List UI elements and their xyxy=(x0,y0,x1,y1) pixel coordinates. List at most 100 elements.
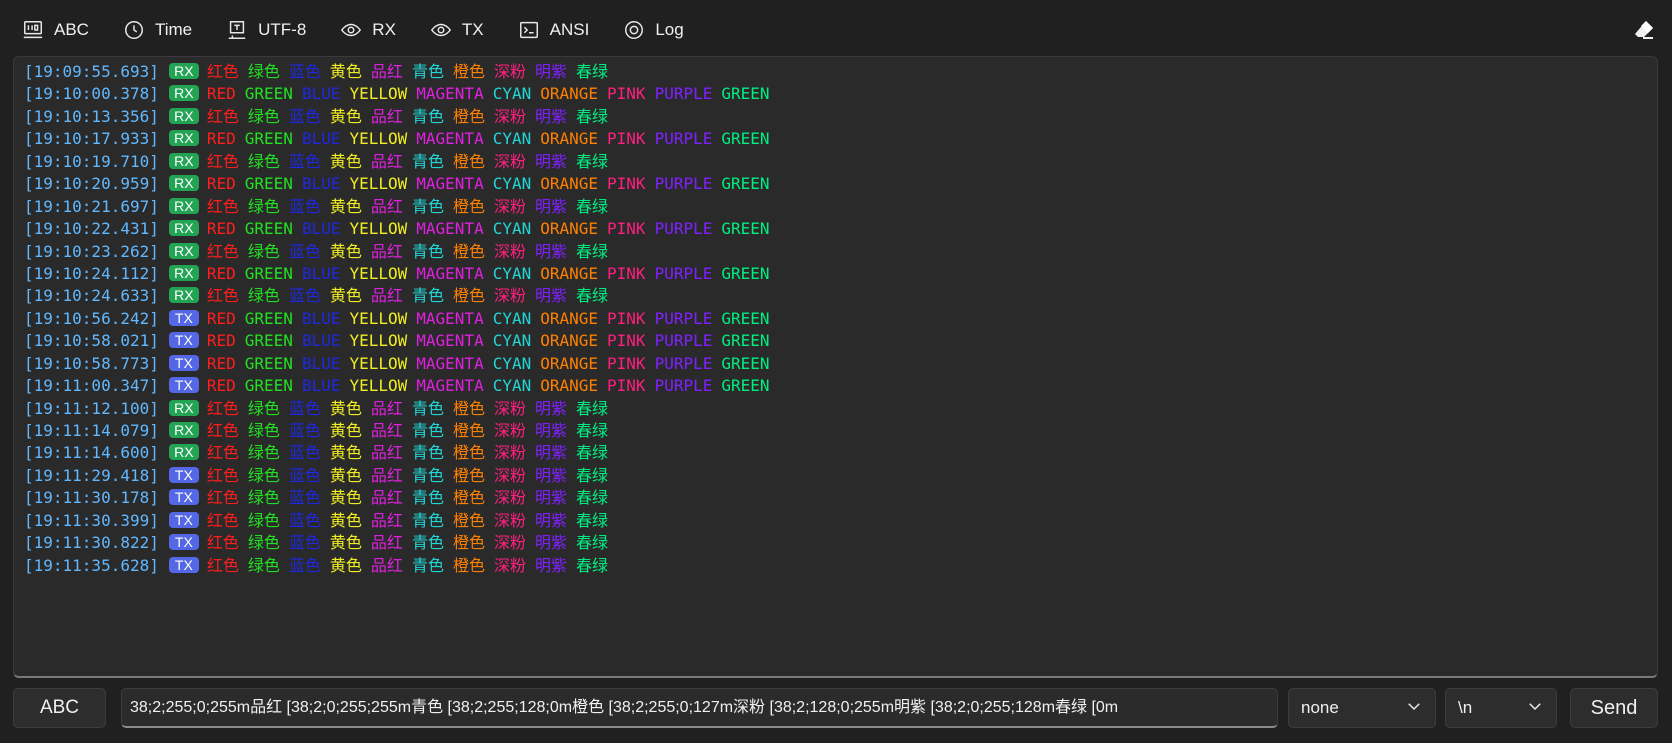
colored-text: CYAN xyxy=(492,308,532,328)
colored-text: GREEN xyxy=(721,219,770,239)
toggle-ansi-label: ANSI xyxy=(549,20,590,39)
toggle-tx[interactable]: TX xyxy=(408,10,496,50)
colored-text: 黄色 xyxy=(329,241,362,261)
colored-text: GREEN xyxy=(721,129,770,149)
colored-text: GREEN xyxy=(244,376,293,396)
colored-text: BLUE xyxy=(301,263,341,283)
colored-text: GREEN xyxy=(244,219,293,239)
colored-text: GREEN xyxy=(244,353,293,373)
colored-text: GREEN xyxy=(721,376,770,396)
colored-text: BLUE xyxy=(301,308,341,328)
line-ending-select[interactable]: \n xyxy=(1445,688,1557,728)
colored-text: PURPLE xyxy=(654,174,713,194)
colored-text: 品红 xyxy=(370,62,403,81)
toggle-rx[interactable]: RX xyxy=(318,10,408,50)
colored-text: RED xyxy=(206,331,236,351)
colored-text: 红色 xyxy=(206,241,239,261)
colored-text: GREEN xyxy=(721,331,770,351)
colored-text: MAGENTA xyxy=(416,376,484,396)
colored-text: 绿色 xyxy=(247,62,280,81)
colored-text: GREEN xyxy=(244,263,293,283)
colored-text: RED xyxy=(206,174,236,194)
colored-text: 品红 xyxy=(370,286,403,306)
colored-text: PURPLE xyxy=(654,129,713,149)
colored-text: 橙色 xyxy=(452,398,485,418)
colored-text: 青色 xyxy=(411,106,444,126)
send-input[interactable]: 38;2;255;0;255m品红 [38;2;0;255;255m青色 [38… xyxy=(121,688,1278,728)
log-line: [19:10:24.633] RX 红色 绿色 蓝色 黄色 品红 青色 橙色 深粉 明紫 春绿 xyxy=(14,285,1657,307)
colored-text: PINK xyxy=(607,263,646,283)
colored-text: BLUE xyxy=(301,84,341,104)
toggle-ansi[interactable]: ANSI xyxy=(496,10,602,50)
colored-text: RED xyxy=(206,353,236,373)
colored-text: MAGENTA xyxy=(416,308,484,328)
clock-icon xyxy=(123,19,145,41)
direction-badge: RX xyxy=(168,242,199,259)
colored-text: YELLOW xyxy=(349,353,408,373)
log-timestamp: [19:11:29.418] xyxy=(24,465,159,485)
colored-text: 深粉 xyxy=(493,62,526,81)
log-line: [19:10:13.356] RX 红色 绿色 蓝色 黄色 品红 青色 橙色 深粉 明紫 春绿 xyxy=(14,106,1657,128)
send-button[interactable]: Send xyxy=(1570,688,1658,728)
log-line: [19:11:30.822] TX 红色 绿色 蓝色 黄色 品红 青色 橙色 深粉 明紫 春绿 xyxy=(14,532,1657,554)
colored-text: 橙色 xyxy=(452,62,485,81)
toggle-abc[interactable]: ABC xyxy=(0,10,101,50)
colored-text: 青色 xyxy=(411,465,444,485)
toggle-log[interactable]: Log xyxy=(601,10,695,50)
colored-text: PINK xyxy=(607,174,646,194)
log-timestamp: [19:10:58.773] xyxy=(24,353,159,373)
log-timestamp: [19:11:30.822] xyxy=(24,533,159,553)
checksum-select[interactable]: none xyxy=(1288,688,1436,728)
colored-text: CYAN xyxy=(492,129,532,149)
eye-icon xyxy=(430,19,452,41)
colored-text: 品红 xyxy=(370,555,403,575)
colored-text: 春绿 xyxy=(576,398,609,418)
colored-text: 明紫 xyxy=(534,421,567,440)
direction-badge: TX xyxy=(168,354,199,371)
colored-text: 深粉 xyxy=(493,533,526,553)
colored-text: ORANGE xyxy=(540,353,599,373)
colored-text: 明紫 xyxy=(534,510,567,530)
input-mode-button[interactable]: ABC xyxy=(13,688,106,728)
colored-text: 蓝色 xyxy=(288,106,321,126)
colored-text: 深粉 xyxy=(493,286,526,306)
direction-badge: TX xyxy=(168,511,199,528)
direction-badge: RX xyxy=(168,107,199,124)
colored-text: BLUE xyxy=(301,331,341,351)
colored-text: 深粉 xyxy=(493,488,526,508)
colored-text: 青色 xyxy=(411,286,444,306)
direction-badge: TX xyxy=(168,309,199,326)
log-line: [19:10:58.773] TX RED GREEN BLUE YELLOW MAGENT… xyxy=(14,353,1657,375)
direction-badge: TX xyxy=(168,332,199,349)
colored-text: 红色 xyxy=(206,465,239,485)
log-timestamp: [19:10:24.112] xyxy=(24,263,159,283)
log-timestamp: [19:10:58.021] xyxy=(24,331,159,351)
toggle-encoding[interactable]: UTF-8 xyxy=(204,10,318,50)
toggle-encoding-label: UTF-8 xyxy=(258,20,307,39)
colored-text: CYAN xyxy=(492,174,532,194)
colored-text: GREEN xyxy=(721,84,770,104)
direction-badge: RX xyxy=(168,85,199,102)
colored-text: 蓝色 xyxy=(288,488,321,508)
colored-text: 深粉 xyxy=(493,421,526,440)
colored-text: 橙色 xyxy=(452,465,485,485)
colored-text: MAGENTA xyxy=(416,219,484,239)
colored-text: RED xyxy=(206,263,236,283)
log-timestamp: [19:09:55.693] xyxy=(24,62,159,81)
toggle-rx-label: RX xyxy=(372,20,396,39)
colored-text: 明紫 xyxy=(534,488,567,508)
colored-text: 红色 xyxy=(206,421,239,440)
colored-text: 深粉 xyxy=(493,106,526,126)
toggle-time[interactable]: Time xyxy=(101,10,204,50)
log-line: [19:10:23.262] RX 红色 绿色 蓝色 黄色 品红 青色 橙色 深粉 明紫 春绿 xyxy=(14,241,1657,263)
colored-text: CYAN xyxy=(492,376,532,396)
colored-text: RED xyxy=(206,376,236,396)
toggle-log-label: Log xyxy=(655,20,684,39)
log-view[interactable]: [19:09:55.693] RX 红色 绿色 蓝色 黄色 品红 青色 橙色 深粉 明紫 春绿 [19:… xyxy=(13,56,1658,678)
eraser-icon[interactable] xyxy=(1632,18,1656,42)
colored-text: 红色 xyxy=(206,555,239,575)
colored-text: 绿色 xyxy=(247,555,280,575)
colored-text: PURPLE xyxy=(654,331,713,351)
direction-badge: RX xyxy=(168,422,199,438)
colored-text: 春绿 xyxy=(576,151,609,171)
